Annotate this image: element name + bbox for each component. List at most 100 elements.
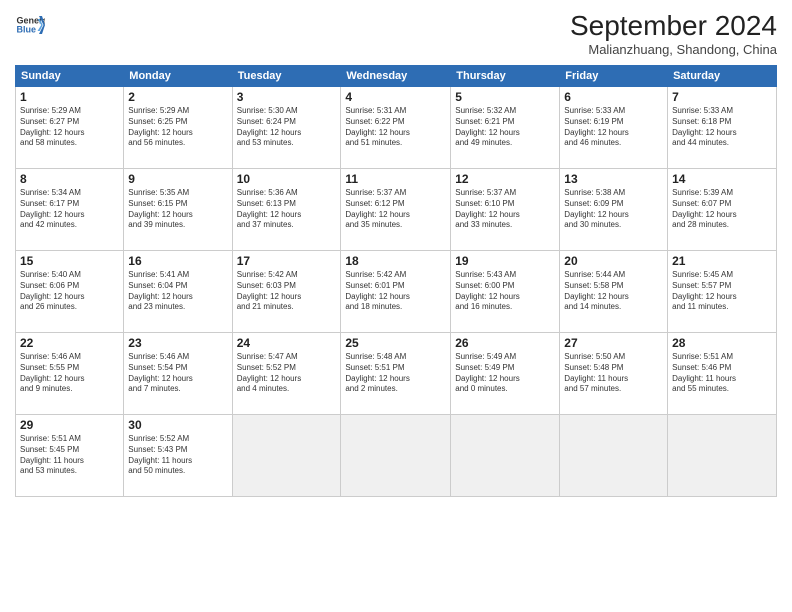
day-number: 25 — [345, 336, 446, 350]
table-row: 16 Sunrise: 5:41 AM Sunset: 6:04 PM Dayli… — [124, 251, 232, 333]
table-row: 20 Sunrise: 5:44 AM Sunset: 5:58 PM Dayli… — [560, 251, 668, 333]
table-row: 8Sunrise: 5:34 AM Sunset: 6:17 PM Daylig… — [16, 169, 124, 251]
table-row: 18 Sunrise: 5:42 AM Sunset: 6:01 PM Dayli… — [341, 251, 451, 333]
col-friday: Friday — [560, 66, 668, 87]
calendar-week-row: 15 Sunrise: 5:40 AM Sunset: 6:06 PM Dayli… — [16, 251, 777, 333]
table-row: 29 Sunrise: 5:51 AM Sunset: 5:45 PM Dayli… — [16, 415, 124, 497]
table-row: 24 Sunrise: 5:47 AM Sunset: 5:52 PM Dayli… — [232, 333, 341, 415]
table-row: 15 Sunrise: 5:40 AM Sunset: 6:06 PM Dayli… — [16, 251, 124, 333]
col-tuesday: Tuesday — [232, 66, 341, 87]
header: General Blue September 2024 Malianzhuang… — [15, 10, 777, 57]
day-number: 20 — [564, 254, 663, 268]
day-info: Sunrise: 5:46 AM Sunset: 5:55 PM Dayligh… — [20, 352, 119, 395]
day-number: 4 — [345, 90, 446, 104]
day-info: Sunrise: 5:30 AM Sunset: 6:24 PM Dayligh… — [237, 106, 337, 149]
day-info: Sunrise: 5:29 AM Sunset: 6:25 PM Dayligh… — [128, 106, 227, 149]
general-blue-icon: General Blue — [15, 10, 45, 40]
day-number: 10 — [237, 172, 337, 186]
day-info: Sunrise: 5:48 AM Sunset: 5:51 PM Dayligh… — [345, 352, 446, 395]
day-info: Sunrise: 5:51 AM Sunset: 5:46 PM Dayligh… — [672, 352, 772, 395]
day-number: 19 — [455, 254, 555, 268]
table-row: 7 Sunrise: 5:33 AM Sunset: 6:18 PM Daylig… — [668, 87, 777, 169]
day-info: Sunrise: 5:49 AM Sunset: 5:49 PM Dayligh… — [455, 352, 555, 395]
table-row: 17 Sunrise: 5:42 AM Sunset: 6:03 PM Dayli… — [232, 251, 341, 333]
day-info: Sunrise: 5:38 AM Sunset: 6:09 PM Dayligh… — [564, 188, 663, 231]
table-row: 13 Sunrise: 5:38 AM Sunset: 6:09 PM Dayli… — [560, 169, 668, 251]
table-row: 11 Sunrise: 5:37 AM Sunset: 6:12 PM Dayli… — [341, 169, 451, 251]
svg-text:Blue: Blue — [17, 25, 37, 35]
day-info: Sunrise: 5:37 AM Sunset: 6:12 PM Dayligh… — [345, 188, 446, 231]
day-number: 13 — [564, 172, 663, 186]
table-row: 26 Sunrise: 5:49 AM Sunset: 5:49 PM Dayli… — [451, 333, 560, 415]
day-info: Sunrise: 5:52 AM Sunset: 5:43 PM Dayligh… — [128, 434, 227, 477]
day-number: 6 — [564, 90, 663, 104]
day-info: Sunrise: 5:51 AM Sunset: 5:45 PM Dayligh… — [20, 434, 119, 477]
day-number: 21 — [672, 254, 772, 268]
calendar-header-row: Sunday Monday Tuesday Wednesday Thursday… — [16, 66, 777, 87]
table-row: 19Sunrise: 5:43 AM Sunset: 6:00 PM Dayli… — [451, 251, 560, 333]
day-info: Sunrise: 5:50 AM Sunset: 5:48 PM Dayligh… — [564, 352, 663, 395]
table-row: 6Sunrise: 5:33 AM Sunset: 6:19 PM Daylig… — [560, 87, 668, 169]
day-info: Sunrise: 5:44 AM Sunset: 5:58 PM Dayligh… — [564, 270, 663, 313]
day-number: 22 — [20, 336, 119, 350]
day-number: 30 — [128, 418, 227, 432]
day-info: Sunrise: 5:39 AM Sunset: 6:07 PM Dayligh… — [672, 188, 772, 231]
table-row — [560, 415, 668, 497]
table-row: 3Sunrise: 5:30 AM Sunset: 6:24 PM Daylig… — [232, 87, 341, 169]
calendar-week-row: 29 Sunrise: 5:51 AM Sunset: 5:45 PM Dayli… — [16, 415, 777, 497]
day-info: Sunrise: 5:36 AM Sunset: 6:13 PM Dayligh… — [237, 188, 337, 231]
day-number: 28 — [672, 336, 772, 350]
day-info: Sunrise: 5:37 AM Sunset: 6:10 PM Dayligh… — [455, 188, 555, 231]
day-number: 14 — [672, 172, 772, 186]
col-thursday: Thursday — [451, 66, 560, 87]
day-info: Sunrise: 5:42 AM Sunset: 6:03 PM Dayligh… — [237, 270, 337, 313]
day-number: 1 — [20, 90, 119, 104]
table-row — [341, 415, 451, 497]
day-info: Sunrise: 5:32 AM Sunset: 6:21 PM Dayligh… — [455, 106, 555, 149]
day-number: 23 — [128, 336, 227, 350]
col-saturday: Saturday — [668, 66, 777, 87]
day-number: 17 — [237, 254, 337, 268]
day-number: 15 — [20, 254, 119, 268]
calendar-week-row: 22 Sunrise: 5:46 AM Sunset: 5:55 PM Dayli… — [16, 333, 777, 415]
day-number: 5 — [455, 90, 555, 104]
col-sunday: Sunday — [16, 66, 124, 87]
table-row: 28 Sunrise: 5:51 AM Sunset: 5:46 PM Dayli… — [668, 333, 777, 415]
day-info: Sunrise: 5:40 AM Sunset: 6:06 PM Dayligh… — [20, 270, 119, 313]
table-row: 30 Sunrise: 5:52 AM Sunset: 5:43 PM Dayli… — [124, 415, 232, 497]
day-number: 27 — [564, 336, 663, 350]
table-row: 1Sunrise: 5:29 AM Sunset: 6:27 PM Daylig… — [16, 87, 124, 169]
calendar-week-row: 1Sunrise: 5:29 AM Sunset: 6:27 PM Daylig… — [16, 87, 777, 169]
table-row: 22 Sunrise: 5:46 AM Sunset: 5:55 PM Dayli… — [16, 333, 124, 415]
col-monday: Monday — [124, 66, 232, 87]
day-number: 7 — [672, 90, 772, 104]
day-info: Sunrise: 5:33 AM Sunset: 6:18 PM Dayligh… — [672, 106, 772, 149]
table-row: 9 Sunrise: 5:35 AM Sunset: 6:15 PM Daylig… — [124, 169, 232, 251]
table-row: 21Sunrise: 5:45 AM Sunset: 5:57 PM Dayli… — [668, 251, 777, 333]
day-info: Sunrise: 5:41 AM Sunset: 6:04 PM Dayligh… — [128, 270, 227, 313]
table-row: 14 Sunrise: 5:39 AM Sunset: 6:07 PM Dayli… — [668, 169, 777, 251]
day-number: 26 — [455, 336, 555, 350]
logo: General Blue — [15, 10, 45, 40]
day-info: Sunrise: 5:42 AM Sunset: 6:01 PM Dayligh… — [345, 270, 446, 313]
table-row — [451, 415, 560, 497]
month-title: September 2024 — [570, 10, 777, 42]
day-number: 24 — [237, 336, 337, 350]
table-row — [232, 415, 341, 497]
day-number: 11 — [345, 172, 446, 186]
day-number: 29 — [20, 418, 119, 432]
table-row: 2Sunrise: 5:29 AM Sunset: 6:25 PM Daylig… — [124, 87, 232, 169]
table-row: 25 Sunrise: 5:48 AM Sunset: 5:51 PM Dayli… — [341, 333, 451, 415]
table-row: 4Sunrise: 5:31 AM Sunset: 6:22 PM Daylig… — [341, 87, 451, 169]
page: General Blue September 2024 Malianzhuang… — [0, 0, 792, 612]
table-row: 5 Sunrise: 5:32 AM Sunset: 6:21 PM Daylig… — [451, 87, 560, 169]
table-row: 12Sunrise: 5:37 AM Sunset: 6:10 PM Dayli… — [451, 169, 560, 251]
day-info: Sunrise: 5:35 AM Sunset: 6:15 PM Dayligh… — [128, 188, 227, 231]
location-title: Malianzhuang, Shandong, China — [570, 42, 777, 57]
day-number: 16 — [128, 254, 227, 268]
day-number: 18 — [345, 254, 446, 268]
day-info: Sunrise: 5:47 AM Sunset: 5:52 PM Dayligh… — [237, 352, 337, 395]
day-number: 9 — [128, 172, 227, 186]
day-info: Sunrise: 5:34 AM Sunset: 6:17 PM Dayligh… — [20, 188, 119, 231]
calendar-week-row: 8Sunrise: 5:34 AM Sunset: 6:17 PM Daylig… — [16, 169, 777, 251]
